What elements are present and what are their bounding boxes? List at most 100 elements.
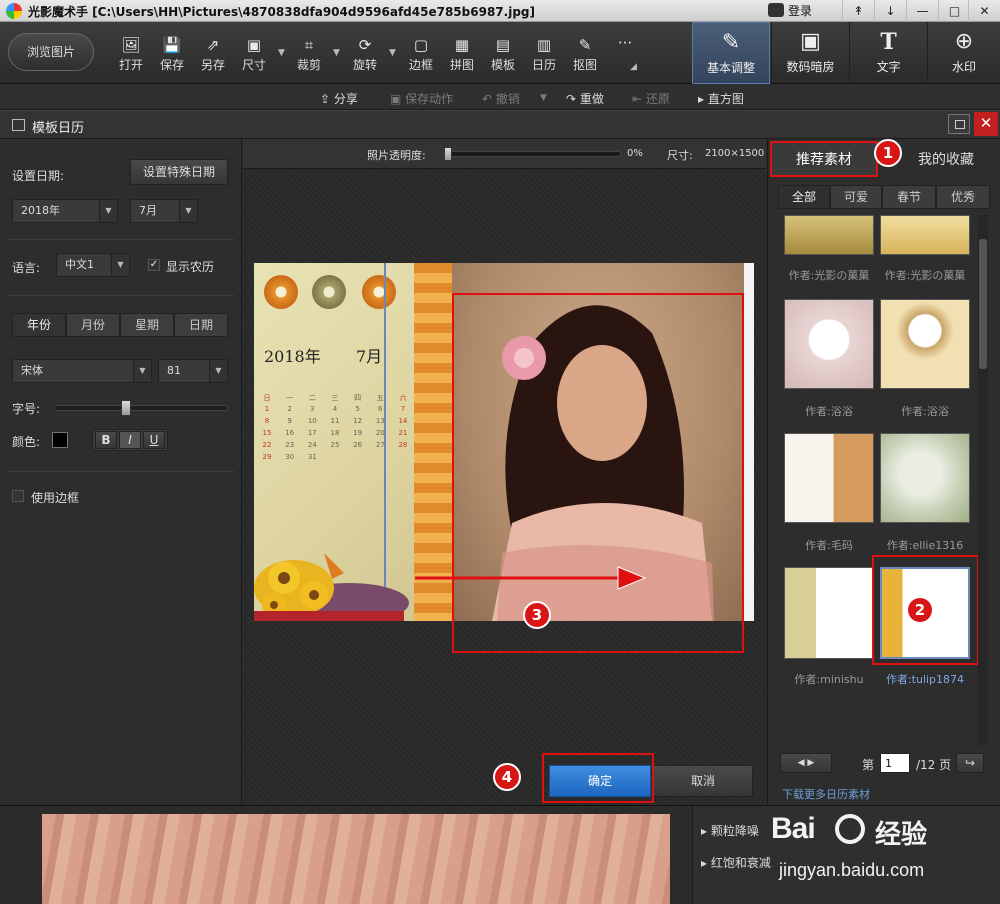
resize-dropdown-icon[interactable]: ▼ — [278, 48, 285, 58]
calendar-day-cell: 三 — [331, 394, 339, 402]
redo-button[interactable]: ↷ 重做 — [566, 90, 604, 107]
language-select[interactable]: 中文1 ▼ — [56, 253, 130, 277]
save-as-button[interactable]: ⇗ 另存 — [193, 36, 233, 73]
material-thumbnail[interactable] — [880, 433, 970, 523]
calendar-day-cell: 日 — [263, 394, 271, 402]
save-button[interactable]: 💾 保存 — [152, 36, 192, 73]
underline-button[interactable]: U — [143, 431, 165, 449]
month-select[interactable]: 7月 ▼ — [130, 199, 198, 223]
user-icon — [768, 3, 784, 17]
cancel-button[interactable]: 取消 — [653, 765, 753, 797]
grain-denoise-item[interactable]: ▸ 颗粒降噪 — [701, 822, 759, 839]
page-number-input[interactable]: 1 — [880, 753, 910, 773]
border-button[interactable]: ▢ 边框 — [401, 36, 441, 73]
watermark-icon: ⊕ — [954, 29, 974, 54]
material-thumbnail[interactable] — [784, 433, 874, 523]
calendar-icon: ▥ — [536, 36, 552, 54]
chevron-down-icon: ▼ — [99, 200, 117, 222]
close-button[interactable]: ✕ — [968, 0, 1000, 22]
font-size-slider-thumb[interactable] — [120, 400, 131, 416]
divider — [8, 295, 234, 296]
undo-button[interactable]: ↶ 撤销 — [482, 90, 520, 107]
chevron-down-icon: ▼ — [133, 360, 151, 382]
rotate-dropdown-icon[interactable]: ▼ — [389, 48, 396, 58]
page-nav-buttons[interactable]: ◀ ▶ — [780, 753, 832, 773]
menu-button[interactable]: ↓ — [874, 0, 906, 22]
skin-button[interactable]: ↟ — [842, 0, 874, 22]
tab-month[interactable]: 月份 — [66, 313, 120, 337]
minimize-button[interactable]: — — [906, 0, 938, 22]
calendar-day-cell: 14 — [398, 417, 408, 425]
language-label: 语言: — [12, 261, 41, 275]
filter-excellent[interactable]: 优秀 — [936, 185, 990, 209]
calendar-week-row: 1234567 — [260, 405, 410, 417]
show-lunar-checkbox[interactable]: ✓ — [148, 259, 160, 271]
calendar-day-cell: 15 — [262, 429, 272, 437]
calendar-day-cell — [351, 453, 365, 465]
preview-area: 照片透明度: 0% 尺寸: 2100×1500 2018年 7月 日一二三四五六… — [243, 139, 766, 806]
browse-images-button[interactable]: 浏览图片 — [8, 33, 94, 71]
opacity-slider-track[interactable] — [443, 147, 621, 161]
month-value: 7月 — [139, 204, 157, 217]
tab-text[interactable]: T 文字 — [849, 22, 927, 84]
material-thumbnail[interactable] — [880, 215, 970, 255]
calendar-button[interactable]: ▥ 日历 — [524, 36, 564, 73]
filter-all[interactable]: 全部 — [778, 185, 830, 209]
download-more-link[interactable]: 下载更多日历素材 — [782, 786, 870, 802]
undo-dropdown-icon[interactable]: ▼ — [540, 93, 547, 103]
year-select[interactable]: 2018年 ▼ — [12, 199, 118, 223]
tab-darkroom[interactable]: ▣ 数码暗房 — [771, 22, 849, 84]
rotate-button[interactable]: ⟳ 旋转 — [345, 36, 385, 73]
crop-dropdown-icon[interactable]: ▼ — [333, 48, 340, 58]
tab-year[interactable]: 年份 — [12, 313, 66, 337]
material-scrollbar[interactable] — [978, 215, 988, 745]
font-size-slider-track[interactable] — [54, 400, 228, 416]
calendar-day-cell: 二 — [308, 394, 316, 402]
resize-button[interactable]: ▣ 尺寸 — [234, 36, 274, 73]
tab-weekday[interactable]: 星期 — [120, 313, 174, 337]
toolbar-expand-icon[interactable]: ◢ — [630, 62, 637, 72]
dialog-close-button[interactable]: ✕ — [974, 112, 998, 136]
color-swatch[interactable] — [52, 432, 68, 448]
italic-button[interactable]: I — [119, 431, 141, 449]
scrollbar-thumb[interactable] — [979, 239, 987, 369]
tab-basic-adjust[interactable]: ✎ 基本调整 — [692, 22, 770, 84]
use-border-checkbox[interactable] — [12, 490, 24, 502]
filter-spring-festival[interactable]: 春节 — [882, 185, 936, 209]
calendar-day-cell: 29 — [262, 453, 272, 461]
cutout-button[interactable]: ✎ 抠图 — [565, 36, 605, 73]
annotation-box-confirm — [542, 753, 654, 803]
material-thumbnail[interactable] — [880, 299, 970, 389]
tab-favorites[interactable]: 我的收藏 — [896, 143, 996, 177]
template-button[interactable]: ▤ 模板 — [483, 36, 523, 73]
tab-darkroom-label: 数码暗房 — [786, 60, 835, 74]
restore-button[interactable]: ⇤ 还原 — [632, 90, 670, 107]
dialog-maximize-button[interactable] — [948, 114, 970, 134]
calendar-day-cell: 3 — [310, 405, 315, 413]
calendar-day-cell: 2 — [287, 405, 292, 413]
tab-date[interactable]: 日期 — [174, 313, 228, 337]
special-date-button[interactable]: 设置特殊日期 — [130, 159, 228, 185]
crop-button[interactable]: ⌗ 裁剪 — [289, 36, 329, 73]
main-workspace-bottom: ▸ 颗粒降噪 ▸ 红饱和衰减 Bai 经验 jingyan.baidu.com — [0, 805, 1000, 904]
open-button[interactable]: 🖼 打开 — [111, 36, 151, 73]
share-button[interactable]: ⇪ 分享 — [320, 90, 358, 107]
opacity-slider-thumb[interactable] — [444, 147, 452, 161]
red-saturation-item[interactable]: ▸ 红饱和衰减 — [701, 854, 771, 871]
go-page-button[interactable]: ↪ — [956, 753, 984, 773]
material-thumbnail[interactable] — [784, 299, 874, 389]
font-size-label: 字号: — [12, 402, 41, 416]
material-thumbnail[interactable] — [784, 215, 874, 255]
material-thumbnail[interactable] — [784, 567, 874, 659]
tab-watermark[interactable]: ⊕ 水印 — [927, 22, 1000, 84]
save-action-button[interactable]: ▣ 保存动作 — [390, 90, 453, 107]
filter-cute[interactable]: 可爱 — [830, 185, 882, 209]
bold-button[interactable]: B — [95, 431, 117, 449]
histogram-toggle[interactable]: ▸ 直方图 — [698, 90, 744, 107]
font-select[interactable]: 宋体 ▼ — [12, 359, 152, 383]
collage-button[interactable]: ▦ 拼图 — [442, 36, 482, 73]
login-button[interactable]: 登录 — [768, 2, 838, 20]
more-tools-button[interactable]: ··· — [605, 34, 645, 52]
maximize-button[interactable]: □ — [938, 0, 970, 22]
font-size-select[interactable]: 81 ▼ — [158, 359, 228, 383]
